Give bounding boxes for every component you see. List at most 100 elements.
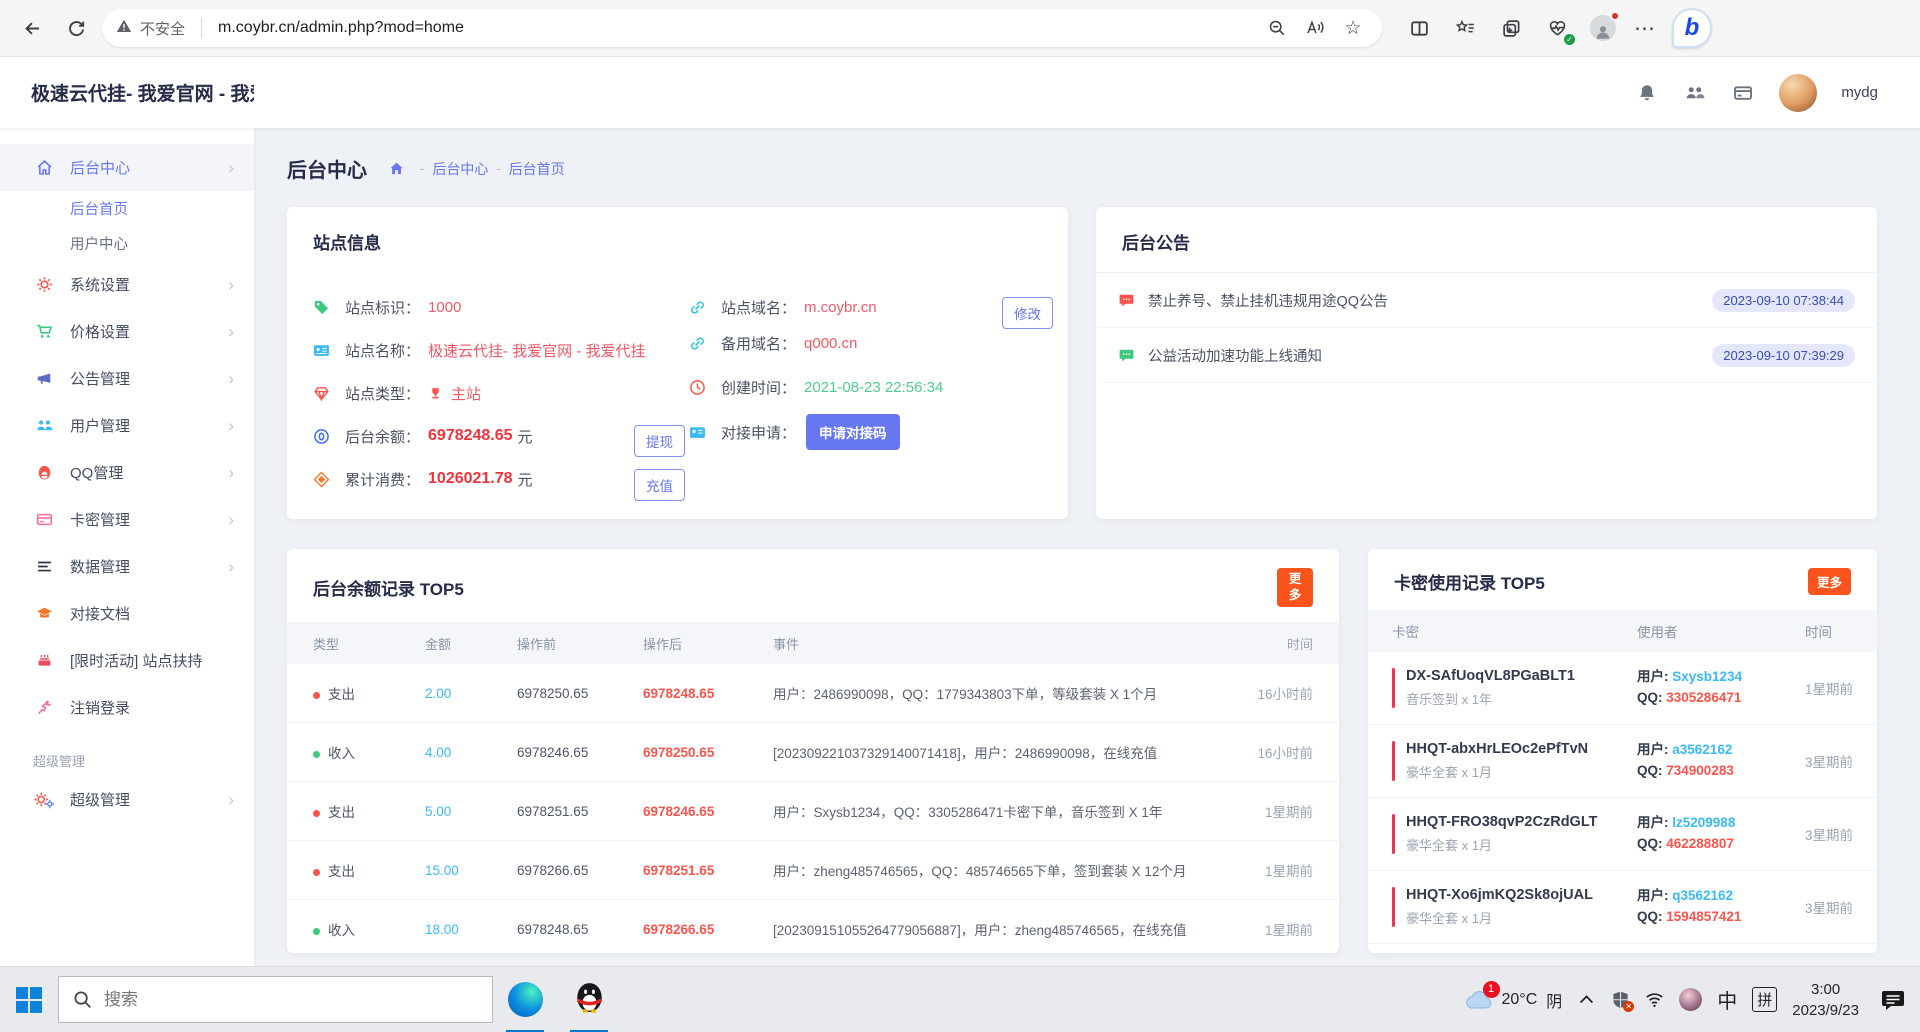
announcements-title: 后台公告 [1096, 207, 1877, 273]
wifi-icon[interactable] [1645, 990, 1664, 1009]
taskbar-weather[interactable]: 1 20°C 阴 [1463, 980, 1562, 1012]
income-dot [313, 751, 320, 759]
users-group-icon[interactable] [1683, 81, 1707, 105]
bing-chat-icon[interactable]: b [1672, 8, 1712, 48]
sidebar-item-label: 后台中心 [70, 160, 131, 177]
refresh-button[interactable] [58, 10, 94, 46]
cake-icon [33, 652, 55, 669]
sidebar-item-super-admin[interactable]: 超级管理 › [0, 776, 254, 823]
balance-more-button[interactable]: 更多 [1277, 568, 1313, 608]
sidebar-subitem-user-center[interactable]: 用户中心 [0, 226, 254, 261]
recharge-button[interactable]: 充值 [634, 469, 685, 501]
sidebar-subitem-backend-home[interactable]: 后台首页 [0, 191, 254, 226]
balance-log-card: 后台余额记录 TOP5 更多 类型 金额 操作前 操作后 事件 时间 支出 2.… [287, 549, 1339, 953]
chevron-right-icon: › [228, 463, 234, 482]
taskbar-app-qq[interactable] [557, 967, 621, 1032]
expense-dot [313, 810, 320, 818]
sidebar-item-card-key-management[interactable]: 卡密管理 › [0, 496, 254, 543]
card-usage-card: 卡密使用记录 TOP5 更多 卡密 使用者 时间 DX-SAfUoqVL8PGa… [1368, 549, 1877, 953]
card-usage-table-header: 卡密 使用者 时间 [1368, 610, 1877, 652]
id-card-icon [313, 342, 333, 359]
ime-language-indicator[interactable]: 中 [1717, 985, 1737, 1014]
split-screen-icon[interactable] [1404, 13, 1434, 43]
search-input[interactable] [104, 989, 478, 1010]
action-center-icon[interactable] [1880, 987, 1906, 1013]
announcement-item[interactable]: 禁止养号、禁止挂机违规用途QQ公告 2023-09-10 07:38:44 [1098, 273, 1875, 328]
start-button[interactable] [0, 967, 58, 1032]
billing-card-icon[interactable] [1731, 81, 1755, 105]
user-avatar[interactable] [1779, 73, 1818, 112]
breadcrumb: 后台中心 - 后台中心 - 后台首页 [287, 154, 1877, 183]
favorites-bar-icon[interactable] [1450, 13, 1480, 43]
browser-menu-icon[interactable]: ⋯ [1634, 16, 1656, 41]
sidebar-item-price-settings[interactable]: 价格设置 › [0, 308, 254, 355]
balance-log-title: 后台余额记录 TOP5 [313, 580, 464, 600]
link-icon [689, 335, 709, 352]
security-shield-icon[interactable]: ✕ [1611, 990, 1635, 1012]
back-button[interactable] [14, 10, 50, 46]
balance-table-row: 收入 4.00 6978246.65 6978250.65 [202309221… [287, 723, 1339, 783]
header-actions: mydg [1635, 73, 1920, 112]
taskbar-app-edge[interactable] [493, 967, 557, 1032]
screen: 不安全 m.coybr.cn/admin.php?mod=home ☆ ✓ ⋯ … [0, 0, 1920, 1032]
taskbar-clock[interactable]: 3:00 2023/9/23 [1792, 979, 1859, 1021]
sidebar-item-api-docs[interactable]: 对接文档 [0, 590, 254, 637]
consume-value: 1026021.78 [428, 470, 513, 487]
announcement-item[interactable]: 公益活动加速功能上线通知 2023-09-10 07:39:29 [1098, 328, 1875, 383]
expense-dot [313, 692, 320, 700]
ime-pinyin-indicator[interactable]: 拼 [1752, 987, 1778, 1012]
weather-temp: 20°C [1501, 990, 1538, 1008]
key-accent-bar [1392, 887, 1395, 927]
sidebar-item-logout[interactable]: 注销登录 [0, 684, 254, 731]
backup-domain-value: q000.cn [804, 334, 858, 352]
domain-row: 站点域名： m.coybr.cn [689, 295, 943, 319]
windows-logo-icon [16, 986, 42, 1013]
gear-icon [33, 276, 55, 293]
address-divider [201, 18, 203, 38]
sidebar-item-system-settings[interactable]: 系统设置 › [0, 261, 254, 308]
logout-runner-icon [33, 699, 55, 716]
read-aloud-icon[interactable] [1300, 13, 1330, 43]
favorite-star-icon[interactable]: ☆ [1338, 13, 1368, 43]
browser-toolbar: 不安全 m.coybr.cn/admin.php?mod=home ☆ ✓ ⋯ … [0, 0, 1920, 57]
expense-dot [313, 869, 320, 877]
site-logo-title: 极速云代挂- 我爱官网 - 我爱代挂 [31, 84, 254, 105]
diamond-icon [313, 385, 333, 402]
qq-penguin-icon [33, 464, 55, 481]
consume-row: 累计消费： 1026021.78 元 [313, 467, 646, 491]
id-card-icon [689, 424, 709, 441]
browser-actions: ✓ ⋯ b [1404, 8, 1712, 48]
browser-essentials-icon[interactable]: ✓ [1542, 13, 1575, 45]
sidebar-item-backend-center[interactable]: 后台中心 › [0, 144, 254, 191]
breadcrumb-link-backend-home[interactable]: 后台首页 [509, 159, 565, 179]
tray-app-avatar-icon[interactable] [1679, 988, 1703, 1011]
site-id-value: 1000 [428, 298, 462, 316]
site-info-right-column: 站点域名： m.coybr.cn 备用域名： q000.cn 创建时间： 202… [689, 295, 943, 463]
sidebar-item-user-management[interactable]: 用户管理 › [0, 402, 254, 449]
sidebar-item-qq-management[interactable]: QQ管理 › [0, 449, 254, 496]
balance-table-row: 收入 18.00 6978248.65 6978266.65 [20230915… [287, 900, 1339, 953]
edit-button[interactable]: 修改 [1002, 297, 1053, 329]
edge-browser-icon [507, 982, 543, 1017]
breadcrumb-home-icon[interactable] [389, 161, 404, 176]
card-usage-more-button[interactable]: 更多 [1807, 568, 1851, 595]
sidebar-item-site-support-event[interactable]: [限时活动] 站点扶持 [0, 637, 254, 684]
key-accent-bar [1392, 741, 1395, 781]
sidebar-item-data-management[interactable]: 数据管理 › [0, 543, 254, 590]
not-secure-warning-icon [116, 18, 132, 39]
tray-expand-chevron-icon[interactable] [1577, 990, 1596, 1009]
card-key-icon [33, 511, 55, 528]
breadcrumb-link-backend-center[interactable]: 后台中心 [432, 159, 488, 179]
withdraw-button[interactable]: 提现 [634, 425, 685, 457]
taskbar-search-box[interactable] [58, 976, 493, 1023]
profile-icon[interactable] [1588, 11, 1620, 43]
search-icon [74, 991, 91, 1008]
request-api-code-button[interactable]: 申请对接码 [806, 414, 900, 450]
zoom-out-icon[interactable] [1262, 13, 1292, 43]
collections-icon[interactable] [1496, 13, 1526, 43]
address-bar[interactable]: 不安全 m.coybr.cn/admin.php?mod=home ☆ [102, 9, 1382, 47]
card-usage-row: HHQT-FRO38qvP2CzRdGLT 豪华全套 x 1月 用户: lz52… [1368, 798, 1877, 871]
sidebar-item-announcements[interactable]: 公告管理 › [0, 355, 254, 402]
notification-bell-icon[interactable] [1635, 81, 1659, 105]
key-accent-bar [1392, 814, 1395, 854]
